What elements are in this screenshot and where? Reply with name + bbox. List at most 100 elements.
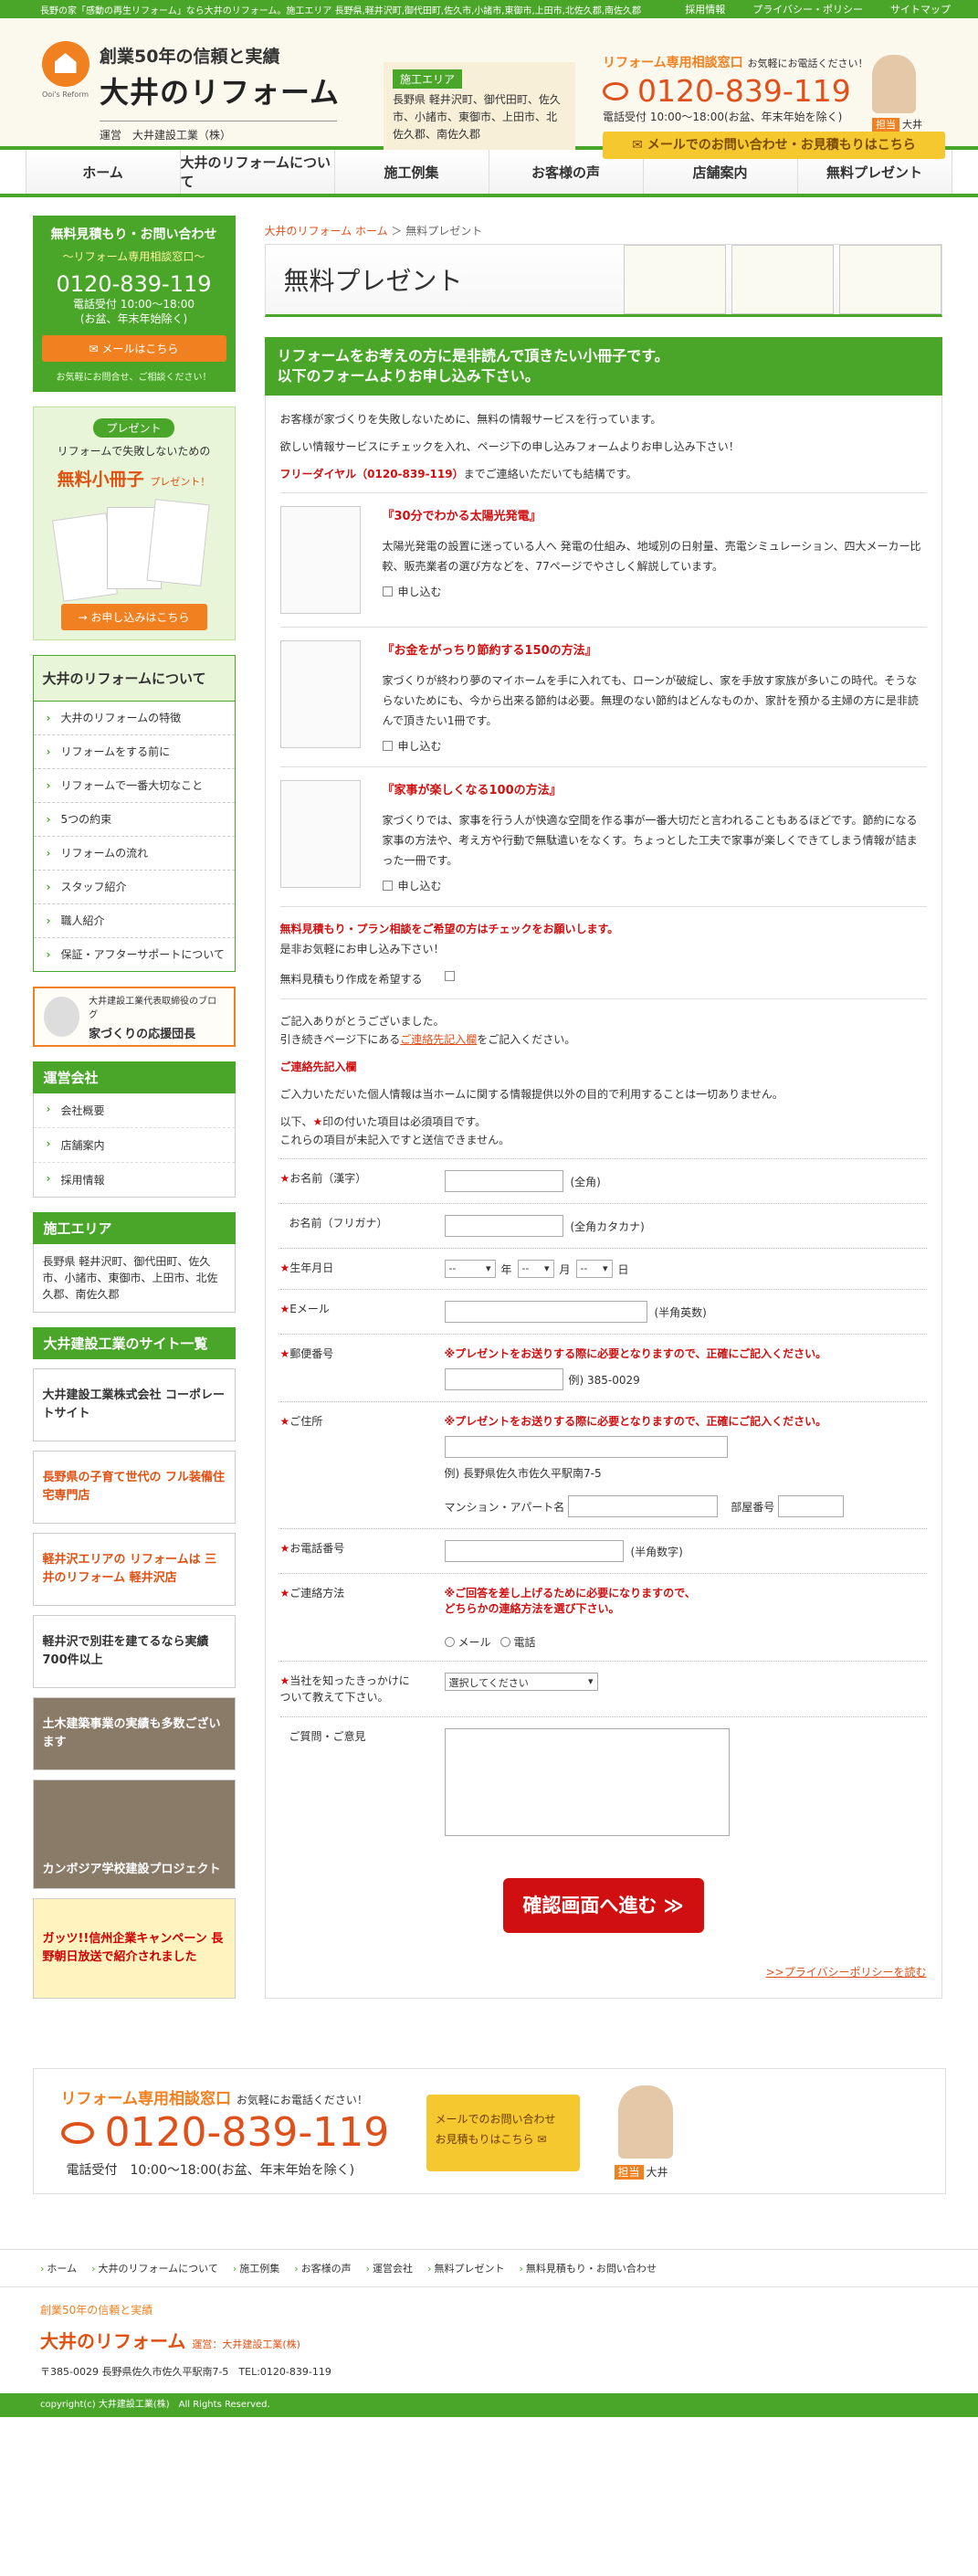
- about-item-flow[interactable]: リフォームの流れ: [33, 836, 235, 870]
- link-privacy[interactable]: プライバシー・ポリシー: [752, 2, 863, 16]
- year-label: 年: [500, 1262, 512, 1276]
- present-checkbox[interactable]: 申し込む: [382, 584, 927, 599]
- bottom-mail-line2: お見積もりはこちら: [435, 2133, 534, 2146]
- privacy-policy-link[interactable]: >>プライバシーポリシーを読む: [280, 1964, 927, 1980]
- email-input[interactable]: [444, 1301, 647, 1323]
- site-banner-family[interactable]: 長野県の子育て世代の フル装備住宅専門店: [32, 1451, 236, 1524]
- about-item-craftsmen[interactable]: 職人紹介: [33, 903, 235, 937]
- thanks-2a: 引き続きページ下にある: [279, 1033, 401, 1046]
- site-banner-villa[interactable]: 軽井沢で別荘を建てるなら実績700件以上: [32, 1615, 236, 1688]
- link-sitemap[interactable]: サイトマップ: [890, 2, 951, 16]
- address-input[interactable]: [444, 1436, 728, 1458]
- present-banner[interactable]: プレゼント リフォームで失敗しないための 無料小冊子 プレゼント！ → お申し込…: [32, 406, 236, 640]
- contact-anchor-link[interactable]: ご連絡先記入欄: [400, 1033, 477, 1046]
- estimate-checkbox[interactable]: [444, 971, 455, 981]
- field-tel: ★お電話番号 (半角数字): [279, 1528, 927, 1573]
- birth-month-select[interactable]: --: [517, 1260, 554, 1278]
- nav-works[interactable]: 施工例集: [333, 150, 489, 194]
- intro-1: お客様が家づくりを失敗しないために、無料の情報サービスを行っています。: [279, 413, 662, 426]
- address-note: ※プレゼントをお送りする際に必要となりますので、正確にご記入ください。: [444, 1415, 827, 1428]
- footer-link-voice[interactable]: お客様の声: [294, 2261, 352, 2275]
- source-select[interactable]: 選択してください: [444, 1673, 598, 1691]
- blog-banner[interactable]: 大井建設工業代表取締役のブログ 家づくりの応援団長: [32, 987, 236, 1047]
- method-tel-radio[interactable]: [500, 1637, 510, 1647]
- label-question: ご質問・ご意見: [289, 1730, 366, 1743]
- present-apply-button[interactable]: → お申し込みはこちら: [60, 604, 207, 630]
- present-checkbox[interactable]: 申し込む: [382, 878, 927, 893]
- room-input[interactable]: [778, 1495, 845, 1517]
- site-banner-karuizawa[interactable]: 軽井沢エリアの リフォームは 三井のリフォーム 軽井沢店: [32, 1533, 236, 1606]
- staff-tag: 担当: [872, 118, 899, 132]
- day-label: 日: [617, 1262, 629, 1276]
- site-banner-tv[interactable]: ガッツ!!信州企業キャンペーン 長野朝日放送で紹介されました: [32, 1898, 236, 1999]
- bottom-tel[interactable]: 0120-839-119: [105, 2109, 390, 2156]
- about-item-staff[interactable]: スタッフ紹介: [33, 870, 235, 903]
- area-tag: 施工エリア: [393, 69, 463, 89]
- page-title-box: 無料プレゼント: [264, 244, 942, 317]
- present-t2s: プレゼント！: [150, 476, 211, 488]
- present-checkbox[interactable]: 申し込む: [382, 738, 927, 754]
- free-box-tel[interactable]: 0120-839-119: [42, 271, 226, 297]
- lead-line1: リフォームをお考えの方に是非読んで頂きたい小冊子です。: [277, 347, 669, 364]
- lead-line2: 以下のフォームよりお申し込み下さい。: [277, 367, 540, 385]
- company-item-store[interactable]: 店舗案内: [33, 1127, 235, 1162]
- footer-link-works[interactable]: 施工例集: [233, 2261, 279, 2275]
- apartment-input[interactable]: [568, 1495, 719, 1517]
- link-recruit[interactable]: 採用情報: [685, 2, 725, 16]
- company-menu: 運営会社 会社概要 店舗案内 採用情報: [32, 1061, 236, 1198]
- company-item-overview[interactable]: 会社概要: [34, 1093, 235, 1127]
- lead-banner: リフォームをお考えの方に是非読んで頂きたい小冊子です。 以下のフォームよりお申し…: [264, 337, 942, 396]
- about-item-before[interactable]: リフォームをする前に: [33, 734, 235, 768]
- checkbox-icon[interactable]: [382, 586, 393, 596]
- header-mail-button[interactable]: ✉ メールでのお問い合わせ・お見積もりはこちら: [603, 132, 945, 159]
- checkbox-icon[interactable]: [382, 741, 393, 751]
- bottom-contact-label: リフォーム専用相談窓口: [60, 2090, 232, 2108]
- company-item-recruit[interactable]: 採用情報: [33, 1162, 235, 1197]
- name-input[interactable]: [444, 1170, 563, 1192]
- field-kana: お名前（フリガナ） (全角カタカナ): [279, 1203, 927, 1248]
- zip-note: ※プレゼントをお送りする際に必要となりますので、正確にご記入ください。: [444, 1347, 827, 1360]
- free-box-sub: ～リフォーム専用相談窓口～: [62, 250, 205, 263]
- about-item-important[interactable]: リフォームで一番大切なこと: [33, 768, 235, 802]
- booklet-thumb-solar: [279, 506, 361, 614]
- nav-home[interactable]: ホーム: [25, 150, 181, 194]
- blog-t1: 大井建設工業代表取締役のブログ: [89, 996, 217, 1020]
- field-zip: ★郵便番号 ※プレゼントをお送りする際に必要となりますので、正確にご記入ください…: [279, 1334, 927, 1401]
- area-box-text: 長野県 軽井沢町、御代田町、佐久市、小諸市、東御市、上田市、北佐久郡、南佐久郡: [32, 1244, 236, 1313]
- side-mail-button[interactable]: ✉ メールはこちら: [41, 335, 226, 362]
- birth-year-select[interactable]: --: [444, 1260, 496, 1278]
- mail-icon: ✉: [632, 138, 647, 153]
- question-textarea[interactable]: [444, 1728, 730, 1836]
- ceo-photo: [43, 997, 80, 1037]
- zip-input[interactable]: [444, 1368, 563, 1390]
- site-logo[interactable]: Ooi's Reform 創業50年の信頼と実績 大井のリフォーム 運営 大井建…: [40, 41, 340, 143]
- footer-operator: 運営：大井建設工業(株): [192, 2338, 300, 2350]
- birth-day-select[interactable]: --: [575, 1260, 613, 1278]
- site-banner-corporate[interactable]: 大井建設工業株式会社 コーポレートサイト: [32, 1368, 236, 1441]
- about-item-features[interactable]: 大井のリフォームの特徴: [34, 702, 235, 734]
- label-tel: お電話番号: [289, 1542, 345, 1555]
- present-desc: 家づくりでは、家事を行う人が快適な空間を作る事が一番大切だと言われることもあるほ…: [382, 814, 918, 867]
- present-desc: 太陽光発電の設置に迷っている人へ 発電の仕組み、地域別の日射量、売電シミュレーシ…: [382, 540, 921, 573]
- mail-icon: ✉: [89, 343, 102, 355]
- site-banner-civil[interactable]: 土木建築事業の実績も多数ございます: [32, 1697, 236, 1770]
- footer-link-home[interactable]: ホーム: [40, 2261, 77, 2275]
- site-banner-cambodia[interactable]: カンボジア学校建設プロジェクト: [32, 1779, 236, 1889]
- method-mail-radio[interactable]: [444, 1637, 455, 1647]
- footer-link-present[interactable]: 無料プレゼント: [427, 2261, 504, 2275]
- checkbox-label: 申し込む: [397, 740, 442, 753]
- confirm-submit-button[interactable]: 確認画面へ進む ≫: [502, 1878, 704, 1933]
- footer-link-company[interactable]: 運営会社: [366, 2261, 413, 2275]
- breadcrumb-home[interactable]: 大井のリフォーム ホーム: [265, 225, 388, 238]
- tel-input[interactable]: [444, 1540, 624, 1562]
- header-tel[interactable]: 0120-839-119: [637, 73, 851, 109]
- bottom-mail-button[interactable]: メールでのお問い合わせ お見積もりはこちら ✉: [426, 2095, 580, 2171]
- footer-link-about[interactable]: 大井のリフォームについて: [91, 2261, 217, 2275]
- checkbox-icon[interactable]: [382, 881, 393, 891]
- about-item-promises[interactable]: 5つの約束: [33, 802, 235, 836]
- nav-about[interactable]: 大井のリフォームについて: [179, 150, 335, 194]
- footer-link-estimate[interactable]: 無料見積もり・お問い合わせ: [519, 2261, 657, 2275]
- about-item-warranty[interactable]: 保証・アフターサポートについて: [33, 937, 235, 971]
- kana-input[interactable]: [444, 1215, 563, 1237]
- label-email: Eメール: [289, 1303, 330, 1315]
